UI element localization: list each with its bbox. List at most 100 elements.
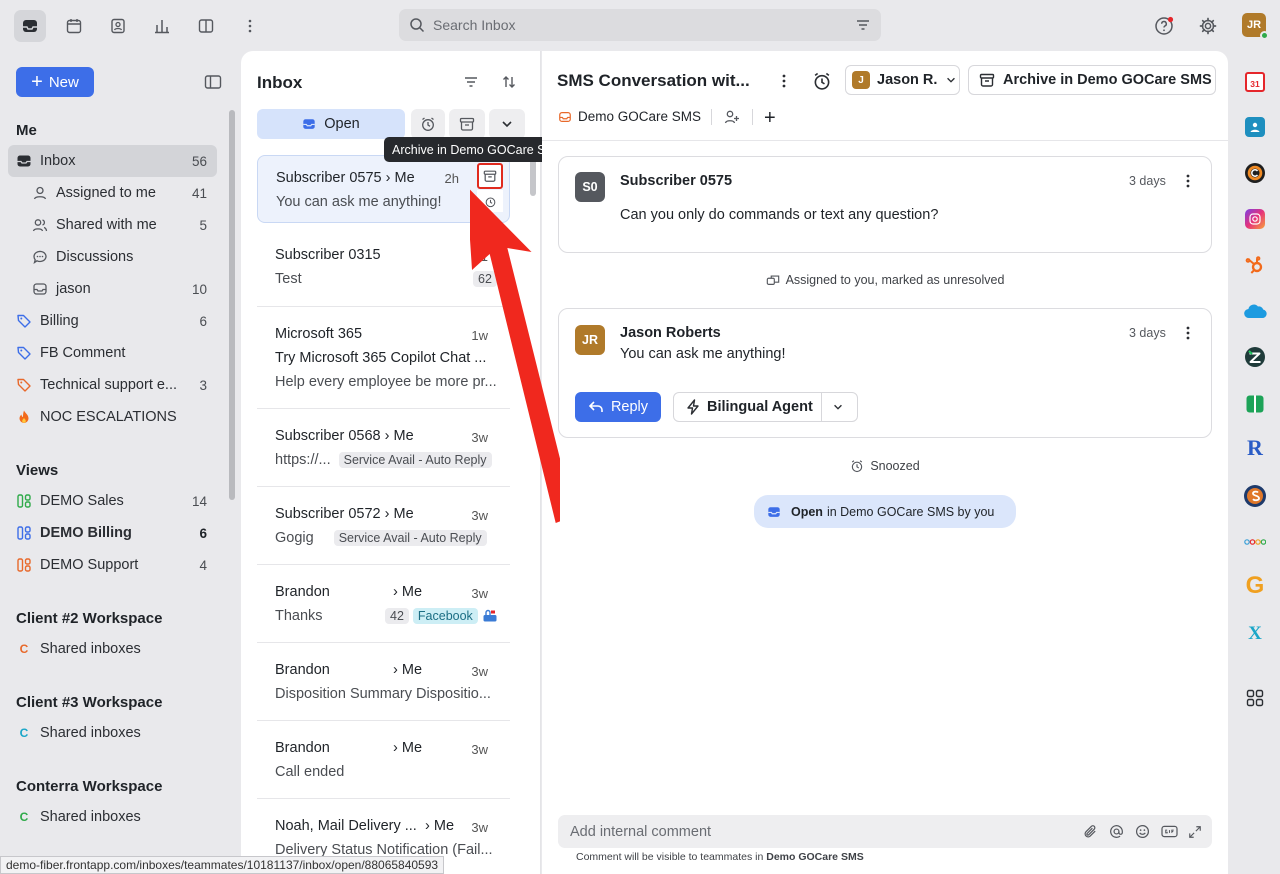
sidebar-item-billing[interactable]: Billing 6 (8, 305, 217, 337)
facebook-tag: Facebook (412, 608, 478, 624)
dots-app-icon[interactable] (1243, 530, 1267, 554)
collapse-sidebar-icon[interactable] (204, 73, 222, 91)
sidebar-scrollbar[interactable] (229, 110, 235, 500)
view-label: DEMO Support (40, 557, 139, 573)
hubspot-sprocket-icon[interactable] (1243, 253, 1267, 277)
settings-gear-icon[interactable] (1192, 10, 1224, 42)
sidebar-item-noc-escalations[interactable]: NOC ESCALATIONS (8, 401, 217, 433)
reply-arrow-icon (588, 401, 603, 412)
view-demo-billing[interactable]: DEMO Billing 6 (8, 517, 217, 549)
x-app-icon[interactable]: X (1243, 622, 1267, 646)
mention-icon[interactable] (1109, 824, 1124, 839)
calendar-app-icon[interactable] (58, 10, 90, 42)
tab-snoozed[interactable] (411, 109, 445, 139)
sidebar-item-label: Billing (40, 313, 79, 329)
item-preview: Help every employee be more pr... (275, 374, 497, 390)
message-more-icon[interactable] (1179, 324, 1197, 342)
sidebar-item-count: 5 (199, 217, 207, 233)
sidebar-item-label: FB Comment (40, 345, 126, 361)
assignee-dropdown[interactable]: J Jason R. (845, 65, 960, 95)
list-filter-icon[interactable] (463, 74, 479, 90)
item-badges: 42 Facebook (385, 608, 498, 624)
more-apps-icon[interactable] (234, 10, 266, 42)
r-app-icon[interactable]: R (1243, 435, 1267, 460)
agent-button[interactable]: Bilingual Agent (673, 392, 858, 422)
sidebar-item-assigned[interactable]: Assigned to me 41 (8, 177, 217, 209)
inbox-chip[interactable]: Demo GOCare SMS (558, 109, 701, 124)
user-avatar[interactable]: JR (1242, 13, 1269, 40)
list-item[interactable]: Brandon › Me 3w Thanks 42 Facebook (257, 565, 510, 643)
view-count: 6 (199, 525, 207, 541)
reply-button[interactable]: Reply (575, 392, 661, 422)
message-more-icon[interactable] (1179, 172, 1197, 190)
sidebar-item-discussions[interactable]: Discussions (8, 241, 217, 273)
add-participant-icon[interactable] (724, 109, 740, 125)
salesforce-cloud-icon[interactable] (1243, 299, 1267, 323)
filter-icon[interactable] (855, 17, 871, 33)
workspace-shared-inboxes[interactable]: C Shared inboxes (8, 633, 217, 665)
workspace-shared-inboxes[interactable]: C Shared inboxes (8, 717, 217, 749)
snooze-alarm-icon[interactable] (812, 71, 832, 91)
paperclip-icon[interactable] (1083, 824, 1098, 839)
tag-badge: Service Avail - Auto Reply (333, 530, 487, 546)
sort-icon[interactable] (501, 74, 517, 90)
event-assigned: Assigned to you, marked as unresolved (542, 273, 1228, 287)
google-calendar-icon[interactable]: 31 (1243, 70, 1267, 94)
item-preview: https://... (275, 452, 331, 468)
calendar-date: 31 (1245, 72, 1265, 92)
item-time: 3w (471, 820, 488, 835)
sidebar-item-fb-comment[interactable]: FB Comment (8, 337, 217, 369)
chevron-down-icon[interactable] (832, 401, 844, 413)
item-preview: Gogig (275, 530, 314, 546)
view-demo-support[interactable]: DEMO Support 4 (8, 549, 217, 581)
s-globe-app-icon[interactable] (1243, 484, 1267, 508)
workspace-shared-inboxes[interactable]: C Shared inboxes (8, 801, 217, 833)
zendesk-icon[interactable] (1243, 345, 1267, 369)
split-view-icon[interactable] (190, 10, 222, 42)
item-subject: Try Microsoft 365 Copilot Chat ... (275, 350, 487, 366)
g-app-icon[interactable]: G (1243, 572, 1267, 599)
view-demo-sales[interactable]: DEMO Sales 14 (8, 485, 217, 517)
workspace-title: Client #3 Workspace (16, 694, 163, 711)
analytics-app-icon[interactable] (146, 10, 178, 42)
list-item[interactable]: Brandon › Me 3w Disposition Summary Dispo… (257, 643, 510, 721)
expand-icon[interactable] (1188, 825, 1202, 839)
contacts-app-icon[interactable] (102, 10, 134, 42)
lightning-icon (687, 399, 699, 415)
gif-icon[interactable] (1161, 824, 1178, 839)
tab-archived[interactable] (449, 109, 485, 139)
emoji-icon[interactable] (1135, 824, 1150, 839)
sidebar-item-jason[interactable]: jason 10 (8, 273, 217, 305)
sidebar-item-inbox[interactable]: Inbox 56 (8, 145, 217, 177)
link-status-bar: demo-fiber.frontapp.com/inboxes/teammate… (0, 856, 445, 874)
help-icon[interactable] (1148, 10, 1180, 42)
users-icon (32, 217, 48, 233)
app-grid-icon[interactable] (1243, 686, 1267, 710)
archive-button[interactable]: Archive in Demo GOCare SMS (968, 65, 1216, 95)
tab-more-dropdown[interactable] (489, 109, 525, 139)
copper-c-icon[interactable] (1243, 161, 1267, 185)
contact-name: Subscriber 0572 (275, 506, 381, 522)
tab-open[interactable]: Open (257, 109, 405, 139)
tooltip-text: Archive in Demo GOCare SMS (392, 142, 565, 157)
inbox-app-icon[interactable] (14, 10, 46, 42)
comment-input[interactable]: Add internal comment (558, 815, 1212, 848)
list-item[interactable]: Brandon › Me 3w Call ended (257, 721, 510, 799)
conversation-more-icon[interactable] (775, 72, 793, 90)
assignee: Me (401, 662, 423, 678)
status-bold: Open (791, 504, 823, 519)
contacts-card-icon[interactable] (1243, 115, 1267, 139)
search-bar[interactable]: Search Inbox (399, 9, 881, 41)
contact-name: Subscriber 0315 (275, 247, 381, 263)
inbox-outline-icon (559, 111, 571, 122)
sender-name: Jason Roberts (620, 325, 721, 341)
contact-name: Subscriber 0575 (276, 170, 382, 186)
spreadsheet-app-icon[interactable] (1243, 392, 1267, 416)
instagram-app-icon[interactable] (1243, 207, 1267, 231)
sidebar-item-technical-support[interactable]: Technical support e... 3 (8, 369, 217, 401)
new-button[interactable]: + New (16, 67, 94, 97)
chat-bubble-icon (32, 249, 48, 265)
add-tag-icon[interactable]: + (764, 108, 776, 128)
item-preview: Disposition Summary Dispositio... (275, 686, 491, 702)
sidebar-item-shared[interactable]: Shared with me 5 (8, 209, 217, 241)
